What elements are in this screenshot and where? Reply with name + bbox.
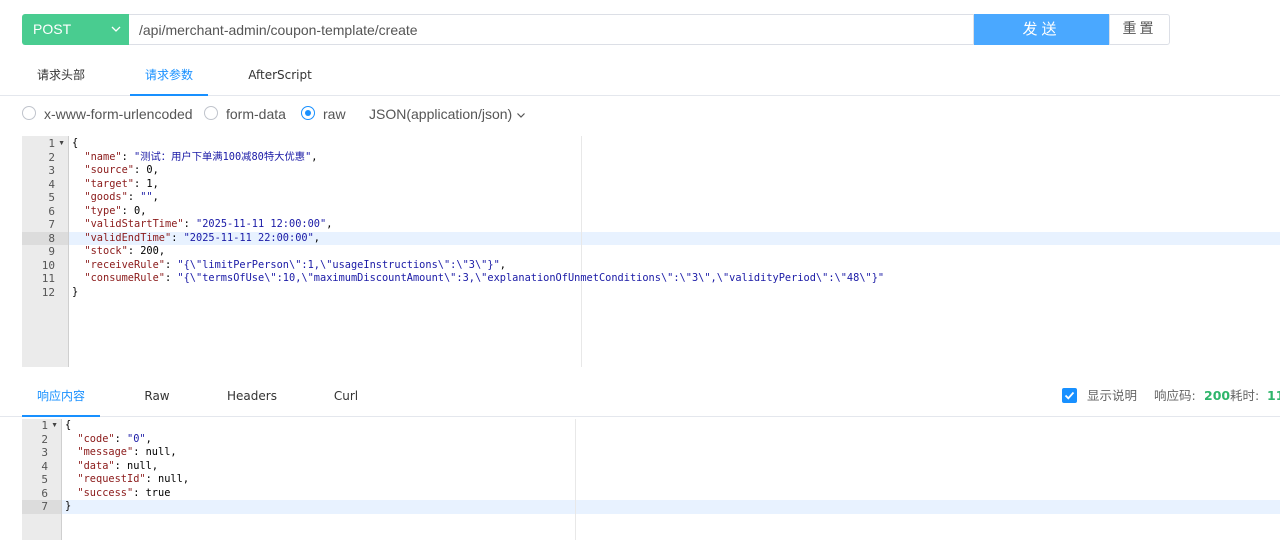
line-number: 6 bbox=[41, 486, 48, 500]
tab-response-curl[interactable]: Curl bbox=[318, 376, 374, 416]
code-line: } bbox=[65, 500, 72, 512]
code-line: "code": "0", bbox=[77, 432, 152, 445]
request-url-bar: POST 发送 重置 bbox=[22, 14, 1170, 45]
line-number: 7 bbox=[48, 218, 55, 231]
tab-response-raw[interactable]: Raw bbox=[126, 376, 188, 416]
line-number: 5 bbox=[48, 191, 55, 204]
code-line: "receiveRule": "{\"limitPerPerson\":1,\"… bbox=[84, 258, 506, 271]
radio-label: form-data bbox=[226, 106, 286, 122]
status-code-value: 200 bbox=[1204, 388, 1231, 403]
code-line: } bbox=[72, 285, 79, 298]
content-type-label: JSON(application/json) bbox=[369, 106, 513, 122]
response-body-viewer[interactable]: 1 ▼ 2 3 4 5 6 7 { "code": "0", "message": null,… bbox=[22, 419, 1280, 540]
code-line: { bbox=[72, 137, 79, 149]
code-line: "validStartTime": "2025-11-11 12:00:00", bbox=[84, 218, 333, 230]
line-number-gutter: 1 ▼ 2 3 4 5 6 7 8 9 10 11 12 bbox=[22, 136, 69, 367]
active-line-highlight bbox=[61, 500, 1280, 514]
active-line-gutter bbox=[22, 231, 68, 245]
code-line: "data": null, bbox=[77, 459, 159, 472]
radio-circle-icon bbox=[22, 106, 36, 120]
line-number: 9 bbox=[48, 245, 55, 258]
content-type-select[interactable]: JSON(application/json) bbox=[369, 104, 526, 124]
tab-response-content[interactable]: 响应内容 bbox=[22, 376, 100, 417]
request-tabs: 请求头部 请求参数 AfterScript bbox=[0, 55, 1280, 96]
tab-request-headers[interactable]: 请求头部 bbox=[22, 55, 100, 95]
code-line: "success": true bbox=[77, 486, 171, 499]
line-number: 5 bbox=[41, 473, 48, 486]
fold-arrow-icon[interactable]: ▼ bbox=[51, 419, 58, 433]
status-code-label: 响应码: bbox=[1154, 388, 1196, 403]
show-desc-label: 显示说明 bbox=[1087, 388, 1138, 403]
code-line: { bbox=[65, 419, 72, 431]
line-number: 10 bbox=[41, 258, 55, 272]
code-line: "consumeRule": "{\"termsOfUse\":10,\"max… bbox=[84, 272, 885, 284]
code-line: "stock": 200, bbox=[84, 245, 166, 257]
code-line: "goods": "", bbox=[84, 191, 159, 203]
line-number: 2 bbox=[41, 432, 48, 446]
line-number: 1 bbox=[41, 419, 48, 432]
elapsed-time-value: 117 bbox=[1267, 388, 1280, 403]
line-number: 3 bbox=[41, 446, 48, 459]
line-number: 3 bbox=[48, 164, 55, 177]
chevron-down-icon bbox=[517, 113, 525, 119]
method-label: POST bbox=[33, 21, 72, 37]
line-number: 12 bbox=[41, 285, 55, 299]
line-number: 2 bbox=[48, 150, 55, 164]
print-margin bbox=[575, 419, 576, 540]
line-number-gutter: 1 ▼ 2 3 4 5 6 7 bbox=[22, 419, 62, 540]
line-number: 7 bbox=[41, 500, 48, 513]
code-line: "source": 0, bbox=[84, 164, 159, 176]
tab-request-params[interactable]: 请求参数 bbox=[130, 55, 208, 96]
line-number: 4 bbox=[41, 459, 48, 473]
radio-label: x-www-form-urlencoded bbox=[44, 106, 193, 122]
request-body-editor[interactable]: 1 ▼ 2 3 4 5 6 7 8 9 10 11 12 { "name": "测试：用户下单满100减… bbox=[22, 136, 1280, 367]
line-number: 1 bbox=[48, 137, 55, 150]
send-button[interactable]: 发送 bbox=[974, 14, 1109, 45]
code-line: "requestId": null, bbox=[77, 473, 190, 485]
radio-label: raw bbox=[323, 106, 346, 122]
chevron-down-icon bbox=[106, 14, 126, 45]
line-number: 11 bbox=[41, 272, 55, 285]
code-line: "validEndTime": "2025-11-11 22:00:00", bbox=[84, 231, 320, 244]
line-number: 4 bbox=[48, 177, 55, 191]
tab-afterscript[interactable]: AfterScript bbox=[238, 55, 322, 95]
radio-checked-icon bbox=[301, 106, 315, 120]
code-line: "name": "测试：用户下单满100减80特大优惠", bbox=[84, 150, 318, 163]
fold-arrow-icon[interactable]: ▼ bbox=[58, 137, 65, 151]
code-line: "message": null, bbox=[77, 446, 177, 458]
radio-circle-icon bbox=[204, 106, 218, 120]
show-desc-checkbox[interactable] bbox=[1062, 388, 1077, 403]
method-select[interactable]: POST bbox=[22, 14, 129, 45]
reset-button[interactable]: 重置 bbox=[1109, 14, 1170, 45]
elapsed-time-label: 耗时: bbox=[1230, 388, 1260, 403]
checkmark-icon bbox=[1064, 391, 1075, 400]
code-line: "target": 1, bbox=[84, 177, 159, 190]
tab-response-headers[interactable]: Headers bbox=[214, 376, 290, 416]
code-line: "type": 0, bbox=[84, 204, 147, 217]
url-input[interactable] bbox=[129, 14, 974, 45]
line-number: 8 bbox=[48, 231, 55, 245]
print-margin bbox=[581, 136, 582, 367]
line-number: 6 bbox=[48, 204, 55, 218]
